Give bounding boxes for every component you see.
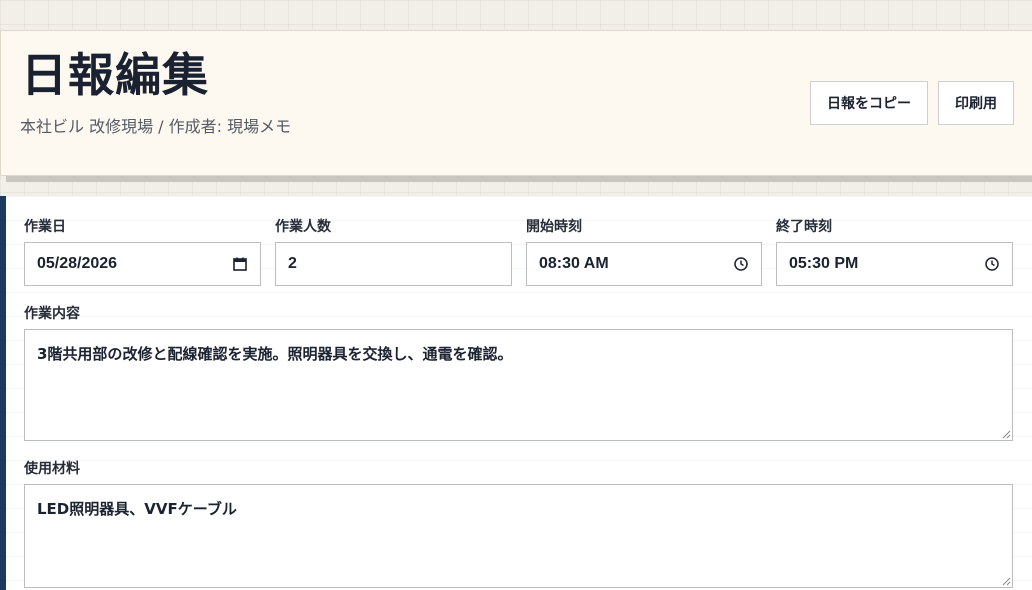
end-time-input[interactable]: 05:30 PM — [776, 242, 1013, 286]
calendar-icon[interactable] — [232, 256, 248, 272]
work-date-label: 作業日 — [24, 219, 66, 235]
resize-grip-icon[interactable] — [1001, 429, 1011, 439]
resize-grip-icon[interactable] — [1001, 576, 1011, 586]
workers-label: 作業人数 — [275, 219, 331, 235]
workers-input[interactable]: 2 — [275, 242, 512, 286]
end-time-value: 05:30 PM — [789, 255, 859, 272]
start-time-label: 開始時刻 — [526, 219, 582, 235]
materials-label: 使用材料 — [24, 461, 80, 477]
report-form: 作業日 作業人数 開始時刻 終了時刻 05/28/2026 2 08:30 AM… — [0, 196, 1032, 590]
work-content-textarea[interactable]: 3階共用部の改修と配線確認を実施。照明器具を交換し、通電を確認。 — [24, 329, 1013, 441]
workers-value: 2 — [288, 255, 297, 272]
work-date-value: 05/28/2026 — [37, 255, 118, 272]
start-time-input[interactable]: 08:30 AM — [526, 242, 762, 286]
work-date-input[interactable]: 05/28/2026 — [24, 242, 261, 286]
header-divider — [6, 176, 1032, 182]
report-header: 日報編集 本社ビル 改修現場 / 作成者: 現場メモ 日報をコピー 印刷用 — [0, 30, 1032, 176]
clock-icon[interactable] — [984, 256, 1000, 272]
print-button[interactable]: 印刷用 — [938, 81, 1014, 125]
clock-icon[interactable] — [733, 256, 749, 272]
page-subtitle: 本社ビル 改修現場 / 作成者: 現場メモ — [20, 117, 292, 136]
materials-value: LED照明器具、VVFケーブル — [37, 500, 237, 518]
copy-report-button[interactable]: 日報をコピー — [810, 81, 928, 125]
start-time-value: 08:30 AM — [539, 255, 609, 272]
end-time-label: 終了時刻 — [776, 219, 832, 235]
materials-textarea[interactable]: LED照明器具、VVFケーブル — [24, 484, 1013, 588]
work-content-label: 作業内容 — [24, 306, 80, 322]
work-content-value: 3階共用部の改修と配線確認を実施。照明器具を交換し、通電を確認。 — [37, 345, 513, 363]
page-title: 日報編集 — [21, 48, 209, 102]
